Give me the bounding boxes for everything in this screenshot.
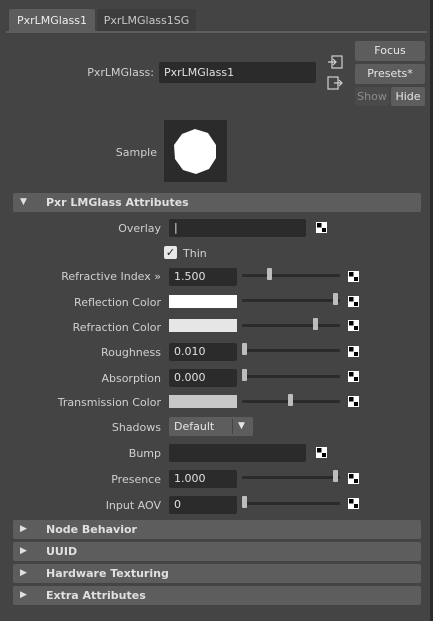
- transmission-color-swatch[interactable]: [169, 395, 237, 408]
- section-node-behavior[interactable]: ▶ Node Behavior: [13, 520, 421, 539]
- select-input-icon[interactable]: [327, 55, 343, 69]
- expand-triangle-icon: ▶: [20, 524, 27, 534]
- thin-label: Thin: [183, 247, 207, 260]
- roughness-slider[interactable]: [242, 349, 340, 352]
- roughness-field[interactable]: 0.010: [169, 343, 237, 361]
- refraction-color-label: Refraction Color: [72, 321, 161, 334]
- shadows-value: Default: [174, 420, 215, 433]
- shadows-label: Shadows: [111, 421, 161, 434]
- presets-button[interactable]: Presets*: [355, 64, 425, 84]
- node-name-label: PxrLMGlass:: [87, 66, 154, 79]
- overlay-field[interactable]: |: [169, 219, 306, 237]
- overlay-label: Overlay: [118, 222, 161, 235]
- expand-triangle-icon: ▶: [20, 546, 27, 556]
- section-title: Hardware Texturing: [46, 567, 169, 580]
- checker-map-icon[interactable]: [348, 346, 359, 357]
- section-title: Extra Attributes: [46, 589, 146, 602]
- transmission-color-label: Transmission Color: [57, 396, 161, 409]
- section-lmglass-attributes[interactable]: ▼ Pxr LMGlass Attributes: [13, 193, 421, 212]
- section-title: Node Behavior: [46, 523, 137, 536]
- absorption-field[interactable]: 0.000: [169, 369, 237, 387]
- expand-triangle-icon: ▶: [20, 590, 27, 600]
- checker-map-icon[interactable]: [348, 396, 359, 407]
- checker-map-icon[interactable]: [348, 320, 359, 331]
- checker-map-icon[interactable]: [348, 498, 359, 509]
- refractive-index-slider[interactable]: [242, 274, 340, 277]
- roughness-slider-handle[interactable]: [242, 343, 247, 355]
- checker-map-icon[interactable]: [316, 222, 327, 233]
- presence-slider[interactable]: [242, 476, 340, 479]
- presence-slider-handle[interactable]: [333, 470, 338, 482]
- refraction-color-slider[interactable]: [242, 324, 340, 327]
- absorption-slider[interactable]: [242, 375, 340, 378]
- roughness-label: Roughness: [100, 346, 161, 359]
- section-extra-attributes[interactable]: ▶ Extra Attributes: [13, 586, 421, 605]
- checker-map-icon[interactable]: [348, 271, 359, 282]
- input-aov-slider-handle[interactable]: [242, 496, 247, 508]
- reflection-color-slider-handle[interactable]: [333, 293, 338, 305]
- section-title: UUID: [46, 545, 78, 558]
- chevron-down-icon: ▼: [238, 421, 245, 431]
- reflection-color-label: Reflection Color: [74, 296, 161, 309]
- refractive-index-slider-handle[interactable]: [266, 268, 272, 280]
- presence-label: Presence: [111, 473, 161, 486]
- reflection-color-swatch[interactable]: [169, 295, 237, 308]
- refraction-color-slider-handle[interactable]: [312, 318, 318, 330]
- sample-label: Sample: [115, 146, 157, 159]
- sample-swatch: [164, 120, 227, 182]
- presence-field[interactable]: 1.000: [169, 470, 237, 488]
- checker-map-icon[interactable]: [348, 473, 359, 484]
- expand-triangle-icon: ▶: [20, 568, 27, 578]
- refractive-index-field[interactable]: 1.500: [169, 268, 237, 286]
- tab-underline: [6, 31, 427, 33]
- bump-field[interactable]: [169, 444, 306, 462]
- tab-pxrlmglass1sg[interactable]: PxrLMGlass1SG: [97, 9, 196, 32]
- select-output-icon[interactable]: [327, 76, 343, 90]
- section-title: Pxr LMGlass Attributes: [46, 196, 189, 209]
- input-aov-slider[interactable]: [242, 502, 340, 505]
- sample-sphere-icon: [174, 129, 216, 174]
- input-aov-label: Input AOV: [105, 499, 161, 512]
- checker-map-icon[interactable]: [348, 371, 359, 382]
- absorption-slider-handle[interactable]: [242, 369, 247, 381]
- refractive-index-label[interactable]: Refractive Index »: [40, 270, 161, 283]
- thin-checkbox[interactable]: ✓: [164, 246, 177, 259]
- refraction-color-swatch[interactable]: [169, 319, 237, 332]
- focus-button[interactable]: Focus: [355, 41, 425, 61]
- hide-button[interactable]: Hide: [391, 87, 425, 106]
- absorption-label: Absorption: [101, 372, 161, 385]
- dropdown-separator: [232, 419, 233, 434]
- tab-pxrlmglass1[interactable]: PxrLMGlass1: [9, 9, 95, 32]
- transmission-color-slider-handle[interactable]: [287, 394, 293, 406]
- checker-map-icon[interactable]: [316, 447, 327, 458]
- shadows-dropdown[interactable]: Default ▼: [169, 417, 253, 436]
- show-button[interactable]: Show: [355, 87, 389, 106]
- bump-label: Bump: [128, 447, 161, 460]
- node-name-field[interactable]: PxrLMGlass1: [159, 62, 316, 83]
- collapse-triangle-icon: ▼: [20, 197, 27, 207]
- section-uuid[interactable]: ▶ UUID: [13, 542, 421, 561]
- input-aov-field[interactable]: 0: [169, 496, 237, 514]
- checker-map-icon[interactable]: [348, 296, 359, 307]
- section-hardware-texturing[interactable]: ▶ Hardware Texturing: [13, 564, 421, 583]
- reflection-color-slider[interactable]: [242, 299, 340, 302]
